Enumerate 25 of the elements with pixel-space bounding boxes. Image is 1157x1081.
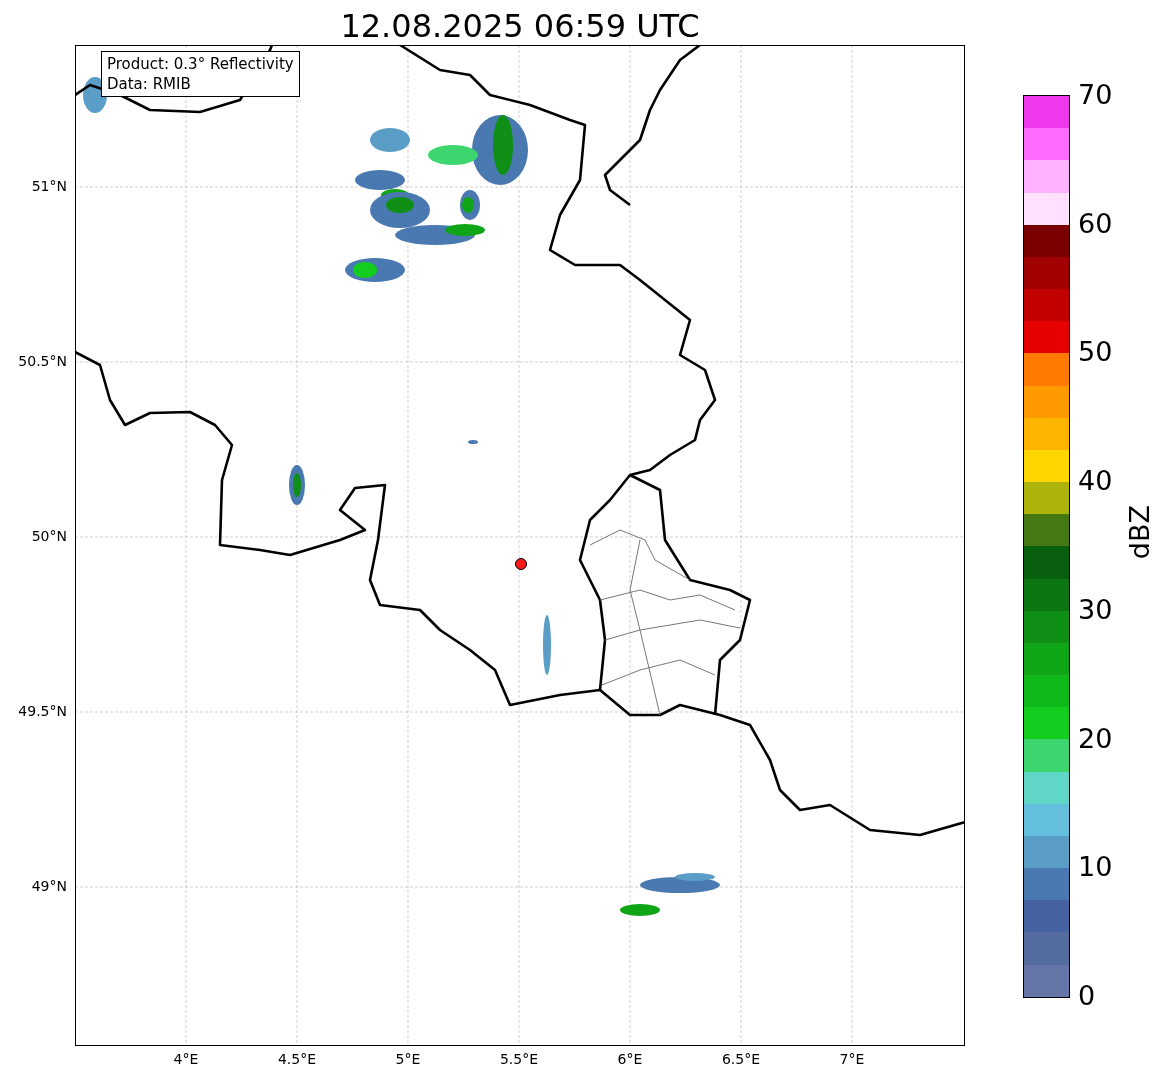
colorbar-tick-label: 30 (1078, 594, 1113, 625)
latitude-label: 51°N (31, 178, 67, 194)
longitude-label: 5.5°E (499, 1051, 539, 1067)
longitude-label: 7°E (839, 1051, 865, 1067)
colorbar-tick-label: 10 (1078, 852, 1113, 883)
radar-site-marker (515, 558, 527, 570)
longitude-label: 5°E (395, 1051, 421, 1067)
colorbar-tick-label: 60 (1078, 208, 1113, 239)
longitude-label: 4.5°E (277, 1051, 317, 1067)
colorbar-tick-label: 40 (1078, 466, 1113, 497)
latitude-label: 50.5°N (18, 353, 67, 369)
latitude-label: 50°N (31, 528, 67, 544)
colorbar-label: dBZ (1125, 505, 1155, 560)
colorbar-tick-label: 70 (1078, 80, 1113, 110)
info-text: Data: RMIB (107, 74, 192, 94)
longitude-label: 6.5°E (721, 1051, 761, 1067)
colorbar-tick-label: 0 (1078, 981, 1096, 1011)
longitude-label: 4°E (173, 1051, 199, 1067)
latitude-label: 49.5°N (18, 703, 67, 719)
colorbar-tick-label: 20 (1078, 723, 1113, 754)
chart-title: 12.08.2025 06:59 UTC (339, 6, 701, 45)
colorbar-tick-label: 50 (1078, 337, 1113, 368)
latitude-label: 49°N (31, 878, 67, 894)
longitude-label: 6°E (617, 1051, 643, 1067)
info-text: Product: 0.3° Reflectivity (107, 54, 294, 74)
